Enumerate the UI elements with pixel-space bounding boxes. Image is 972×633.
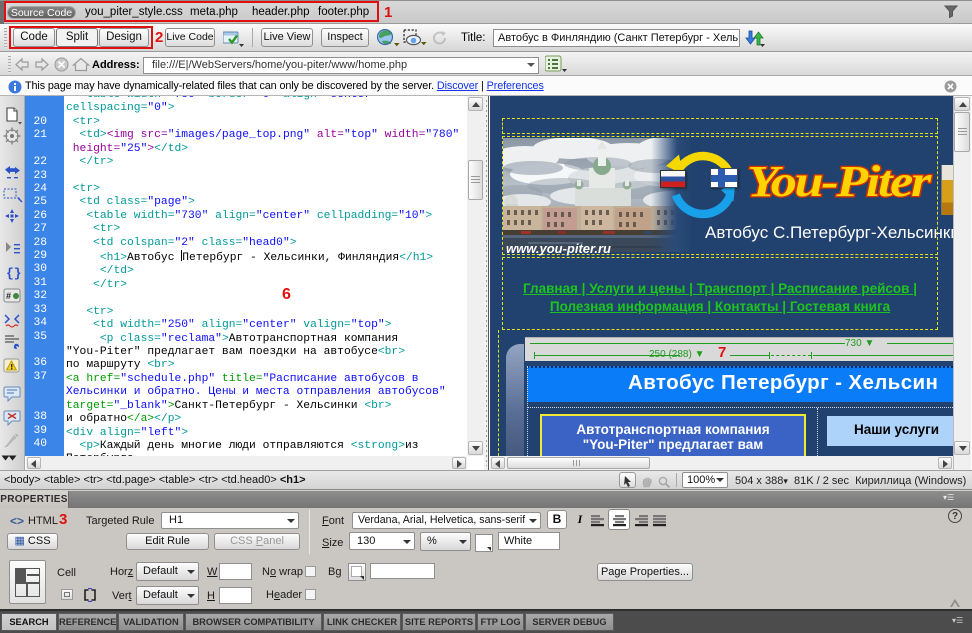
svg-text:You-Piter: You-Piter <box>747 157 932 206</box>
svg-text:#: # <box>6 291 11 301</box>
svg-text:{}: {} <box>6 266 22 281</box>
